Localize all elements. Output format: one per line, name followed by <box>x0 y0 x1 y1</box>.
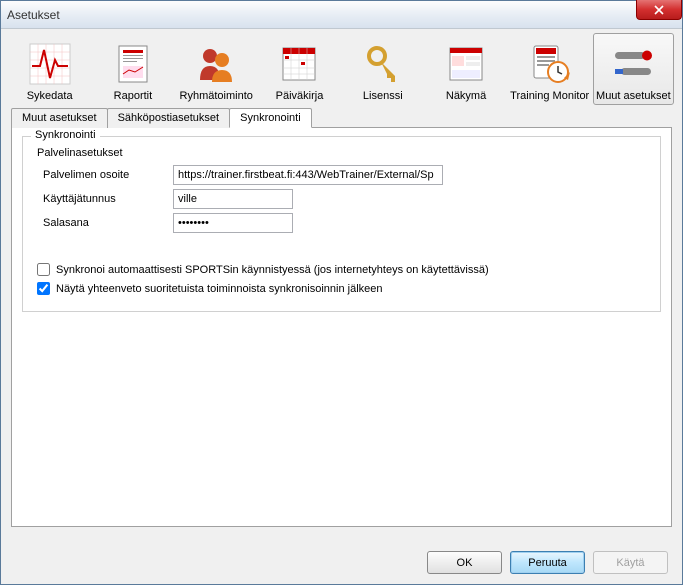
server-address-input[interactable] <box>173 165 443 185</box>
show-summary-label: Näytä yhteenveto suoritetuista toiminnoi… <box>56 283 383 295</box>
toolbar-label: Sykedata <box>27 90 73 102</box>
tab-panel-synkronointi: Synkronointi Palvelinasetukset Palvelime… <box>11 127 672 527</box>
server-address-label: Palvelimen osoite <box>43 169 173 181</box>
monitor-icon <box>526 40 574 88</box>
report-icon <box>109 40 157 88</box>
show-summary-row: Näytä yhteenveto suoritetuista toiminnoi… <box>37 282 650 295</box>
auto-sync-row: Synkronoi automaattisesti SPORTSin käynn… <box>37 263 650 276</box>
settings-icon <box>609 40 657 88</box>
diary-icon <box>275 40 323 88</box>
window-title: Asetukset <box>7 8 60 22</box>
toolbar-nakyma[interactable]: Näkymä <box>425 33 506 105</box>
toolbar-label: Muut asetukset <box>596 90 671 102</box>
apply-button[interactable]: Käytä <box>593 551 668 574</box>
tab-sahkopostiasetukset[interactable]: Sähköpostiasetukset <box>107 108 231 128</box>
tab-muut-asetukset[interactable]: Muut asetukset <box>11 108 108 128</box>
group-icon <box>192 40 240 88</box>
toolbar-label: Raportit <box>114 90 153 102</box>
server-address-row: Palvelimen osoite <box>43 165 650 185</box>
toolbar-ryhmatoiminto[interactable]: Ryhmätoiminto <box>176 33 257 105</box>
tabs: Muut asetukset Sähköpostiasetukset Synkr… <box>1 108 682 128</box>
sync-legend: Synkronointi <box>31 129 100 141</box>
username-row: Käyttäjätunnus <box>43 189 650 209</box>
password-row: Salasana <box>43 213 650 233</box>
server-settings-legend: Palvelinasetukset <box>37 147 650 159</box>
close-icon <box>654 5 664 15</box>
password-label: Salasana <box>43 217 173 229</box>
toolbar-muut-asetukset[interactable]: Muut asetukset <box>593 33 674 105</box>
toolbar-label: Päiväkirja <box>276 90 324 102</box>
password-input[interactable] <box>173 213 293 233</box>
toolbar-label: Ryhmätoiminto <box>180 90 253 102</box>
view-icon <box>442 40 490 88</box>
username-label: Käyttäjätunnus <box>43 193 173 205</box>
sync-fieldset: Synkronointi Palvelinasetukset Palvelime… <box>22 136 661 312</box>
toolbar-lisenssi[interactable]: Lisenssi <box>342 33 423 105</box>
toolbar-label: Training Monitor <box>510 90 589 102</box>
username-input[interactable] <box>173 189 293 209</box>
toolbar-raportit[interactable]: Raportit <box>92 33 173 105</box>
toolbar-training-monitor[interactable]: Training Monitor <box>509 33 591 105</box>
dialog-buttons: OK Peruuta Käytä <box>427 551 668 574</box>
titlebar: Asetukset <box>1 1 682 29</box>
cancel-button[interactable]: Peruuta <box>510 551 585 574</box>
toolbar: Sykedata Raportit Ryhmätoiminto Päiväkir… <box>1 29 682 107</box>
key-icon <box>359 40 407 88</box>
close-button[interactable] <box>636 0 682 20</box>
settings-window: Asetukset Sykedata Raportit Ryhmätoimint… <box>0 0 683 585</box>
tab-synkronointi[interactable]: Synkronointi <box>229 108 312 128</box>
heartbeat-icon <box>26 40 74 88</box>
toolbar-sykedata[interactable]: Sykedata <box>9 33 90 105</box>
toolbar-paivakirja[interactable]: Päiväkirja <box>259 33 340 105</box>
auto-sync-checkbox[interactable] <box>37 263 50 276</box>
toolbar-label: Näkymä <box>446 90 486 102</box>
toolbar-label: Lisenssi <box>363 90 403 102</box>
ok-button[interactable]: OK <box>427 551 502 574</box>
show-summary-checkbox[interactable] <box>37 282 50 295</box>
auto-sync-label: Synkronoi automaattisesti SPORTSin käynn… <box>56 264 489 276</box>
